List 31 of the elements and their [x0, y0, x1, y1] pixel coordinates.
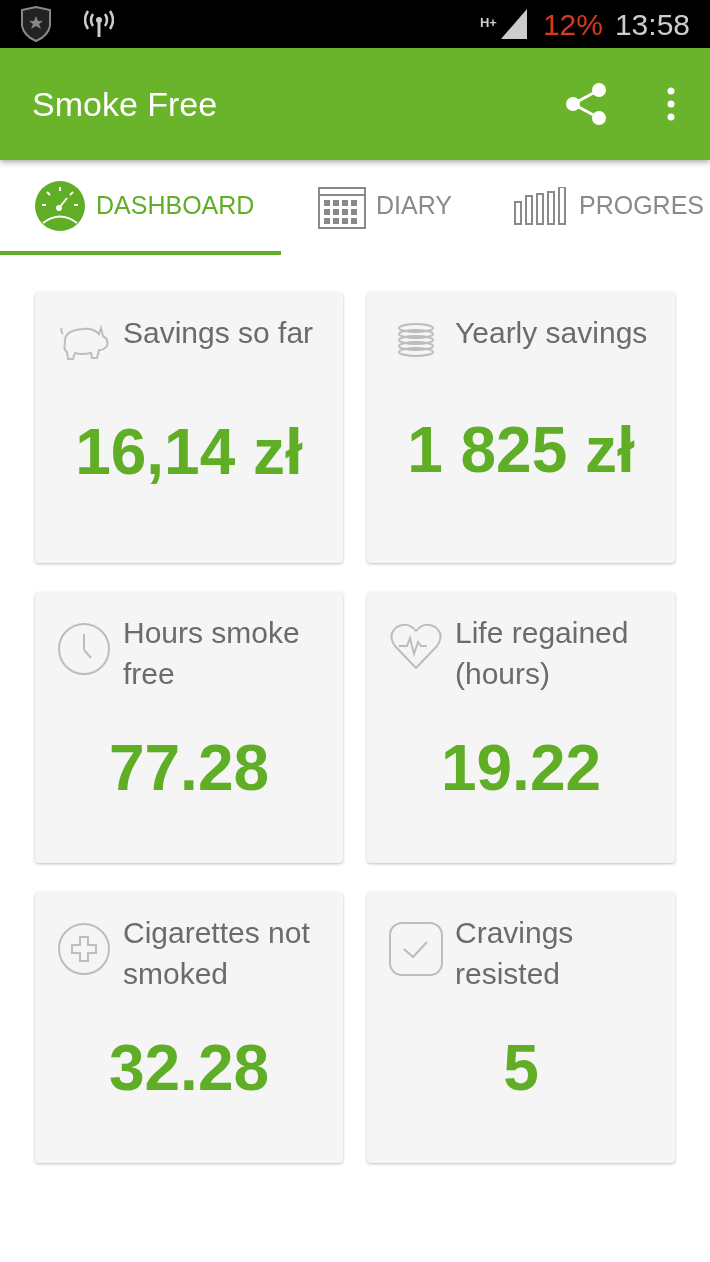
antenna-icon	[84, 10, 114, 38]
stat-value: 19.22	[440, 730, 602, 806]
stat-label: Savings so far	[123, 315, 315, 351]
shield-star-icon	[20, 6, 52, 42]
stat-label: Yearly savings	[455, 315, 649, 351]
stat-value: 5	[503, 1030, 539, 1106]
tab[interactable]: PROGRES	[511, 160, 710, 255]
heartbeat-icon	[389, 622, 443, 670]
clock-time: 13:58	[614, 6, 690, 43]
stat-value: 32.28	[108, 1030, 270, 1106]
coins-icon	[396, 322, 436, 358]
share-icon	[563, 82, 609, 126]
clock-icon	[57, 622, 111, 676]
battery-percentage: 12%	[542, 6, 603, 43]
tab[interactable]: DASHBOARD	[0, 160, 281, 255]
stat-label: Cigarettes not smoked	[123, 915, 311, 992]
network-type: H+	[479, 14, 497, 32]
signal-icon	[500, 9, 527, 39]
tab[interactable]: DIARY	[281, 160, 511, 255]
stat-label: Life regained (hours)	[455, 615, 630, 692]
plus-circle-icon	[57, 922, 111, 976]
stat-value: 16,14 zł	[75, 414, 303, 490]
bar-chart-icon	[513, 186, 569, 225]
stat-label: Hours smoke free	[123, 615, 301, 692]
stat-label: Cravings resisted	[455, 915, 575, 992]
checkbox-icon	[389, 922, 443, 976]
stat-value: 1 825 zł	[407, 412, 635, 488]
more-vertical-icon	[667, 87, 675, 121]
gauge-icon	[34, 179, 86, 232]
stat-value: 77.28	[108, 730, 270, 806]
app-title: Smoke Free	[32, 83, 219, 125]
